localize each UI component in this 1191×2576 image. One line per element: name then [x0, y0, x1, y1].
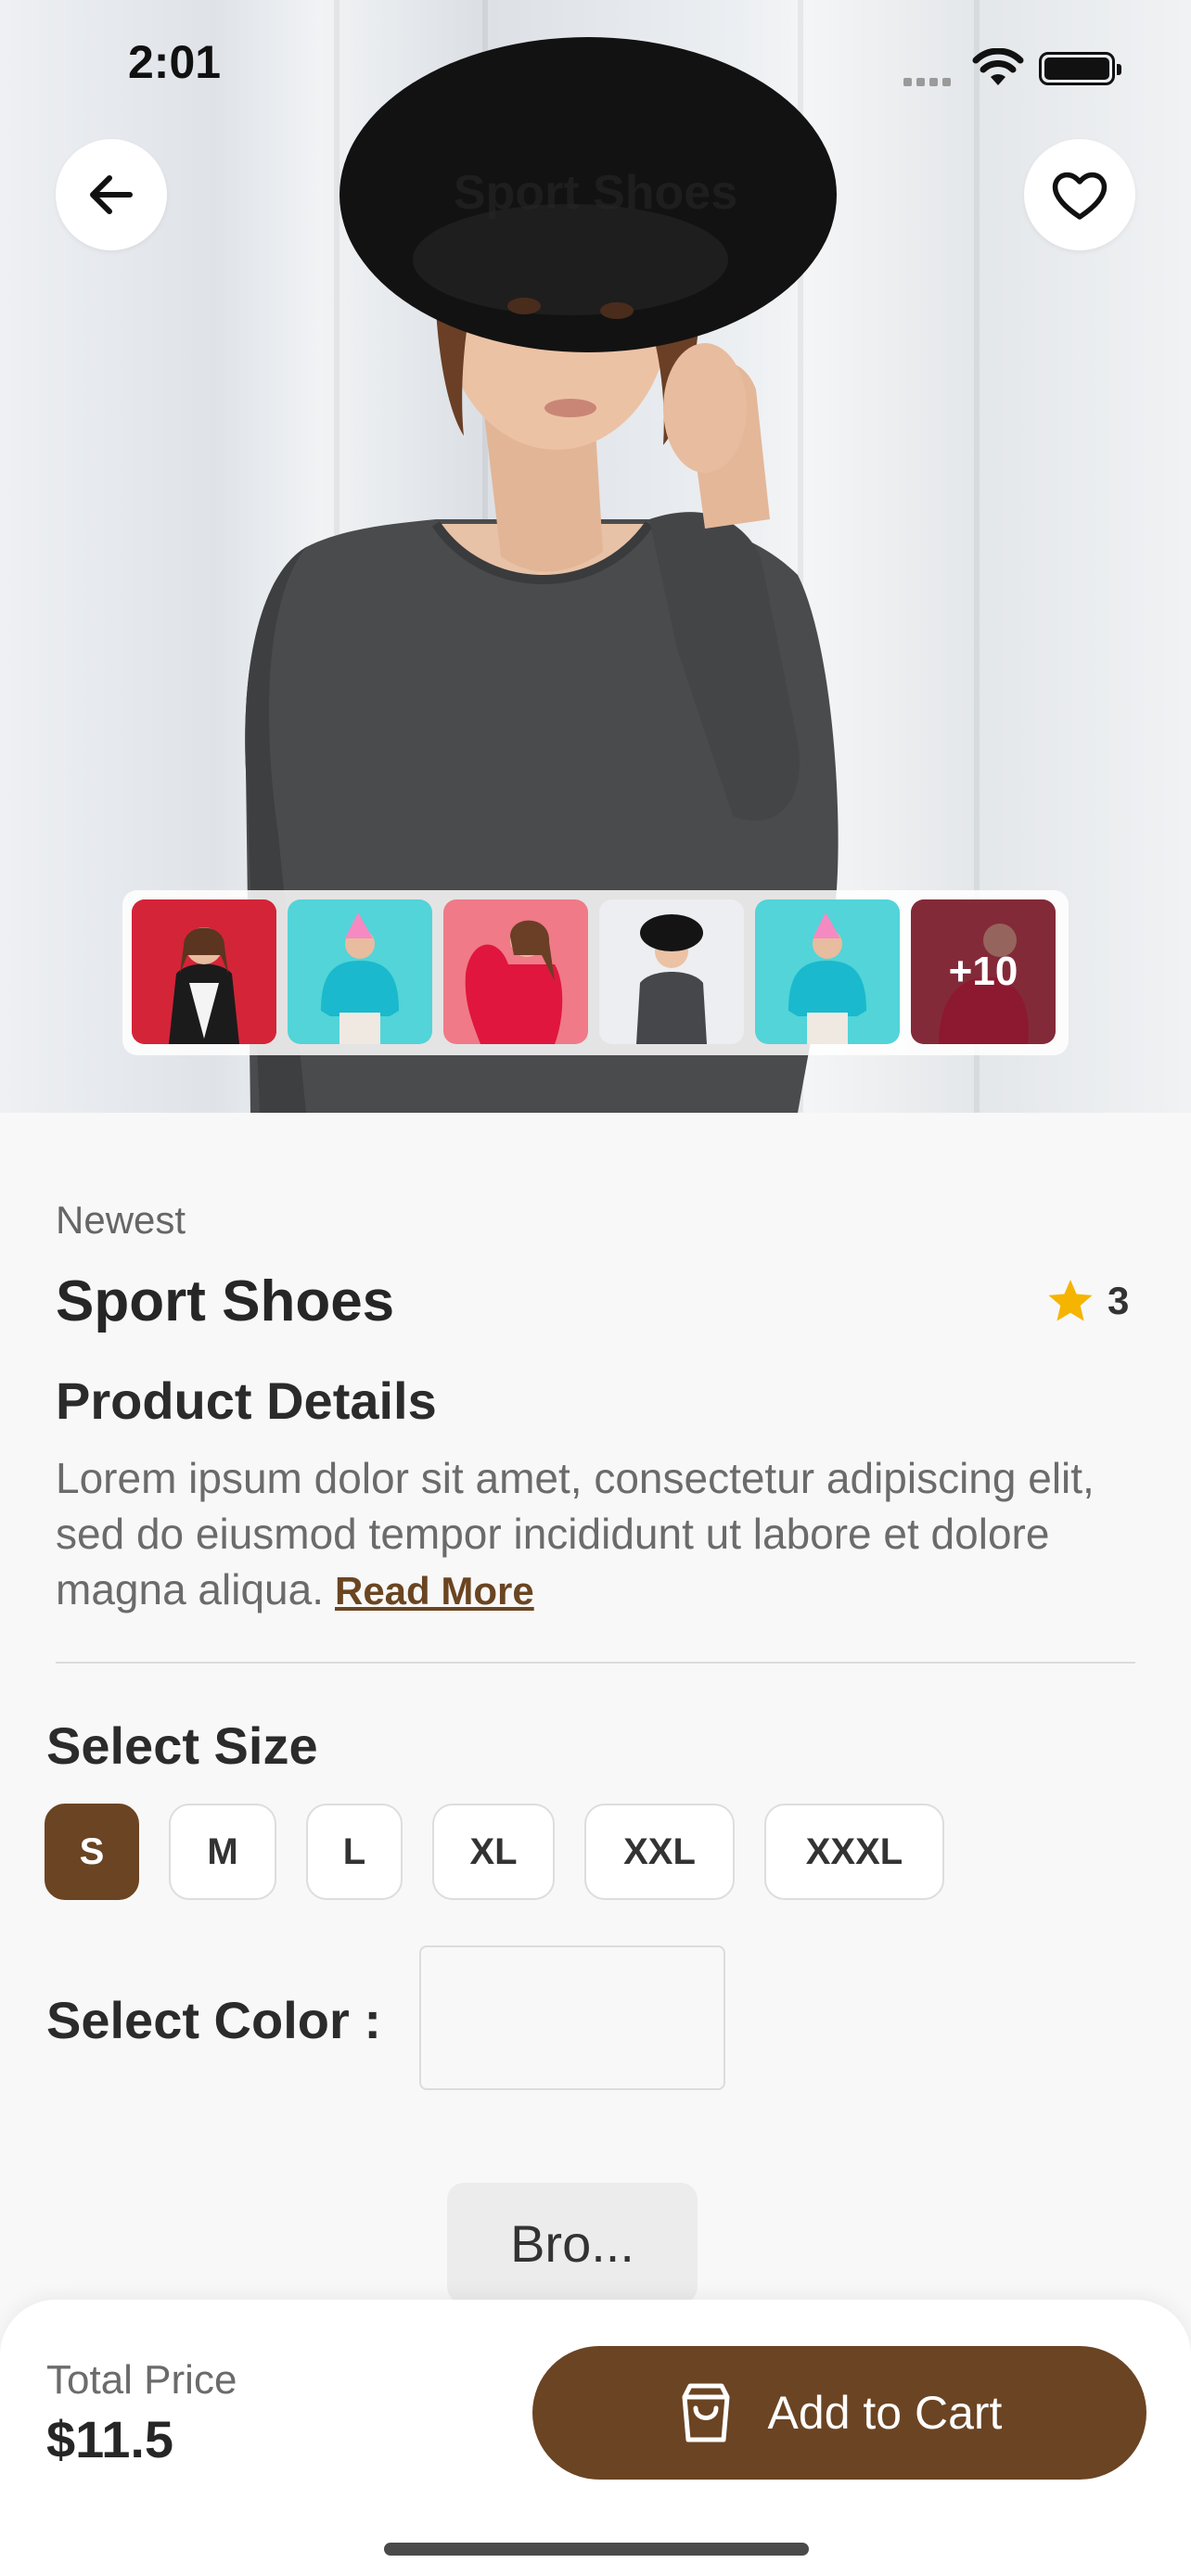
select-color-heading: Select Color : [46, 1991, 381, 2049]
product-details-heading: Product Details [56, 1371, 437, 1430]
home-indicator[interactable] [384, 2543, 809, 2556]
select-size-heading: Select Size [46, 1716, 318, 1775]
product-name: Sport Shoes [56, 1269, 395, 1333]
product-category: Newest [56, 1198, 186, 1242]
more-images-count: +10 [911, 899, 1056, 1044]
product-description: Lorem ipsum dolor sit amet, consectetur … [56, 1450, 1141, 1619]
size-options: S M L XL XXL XXXL [45, 1804, 944, 1900]
thumbnail-image[interactable] [132, 899, 276, 1044]
thumbnail-photo [599, 899, 744, 1044]
total-price-value: $11.5 [46, 2410, 174, 2468]
color-selector-box[interactable] [419, 1945, 725, 2090]
size-option-xxl[interactable]: XXL [584, 1804, 735, 1900]
battery-icon [1039, 52, 1121, 85]
heart-icon [1052, 172, 1108, 220]
thumbnail-photo [288, 899, 432, 1044]
cellular-signal-icon [903, 74, 955, 86]
status-bar: 2:01 [0, 0, 1191, 130]
size-option-m[interactable]: M [169, 1804, 276, 1900]
thumbnail-more[interactable]: +10 [911, 899, 1056, 1044]
color-option-brown[interactable]: Bro... [447, 2183, 698, 2303]
add-to-cart-label: Add to Cart [767, 2387, 1003, 2439]
add-to-cart-button[interactable]: Add to Cart [532, 2346, 1146, 2480]
shopping-bag-icon [682, 2383, 730, 2442]
product-rating: 3 [1046, 1278, 1129, 1324]
wifi-icon [972, 48, 1024, 85]
thumbnail-photo [755, 899, 900, 1044]
image-thumbnail-strip: +10 [122, 890, 1069, 1055]
thumbnail-image[interactable] [288, 899, 432, 1044]
product-detail-screen: 2:01 Sport Shoes +10 Newest Sport Shoes … [0, 0, 1191, 2576]
size-option-xxxl[interactable]: XXXL [764, 1804, 944, 1900]
star-icon [1048, 1280, 1093, 1321]
checkout-bar: Total Price $11.5 Add to Cart [0, 2300, 1191, 2576]
divider [56, 1662, 1135, 1664]
size-option-s[interactable]: S [45, 1804, 139, 1900]
size-option-xl[interactable]: XL [432, 1804, 555, 1900]
read-more-link[interactable]: Read More [335, 1569, 534, 1613]
product-hero-image: 2:01 Sport Shoes +10 [0, 0, 1191, 1113]
total-price-label: Total Price [46, 2357, 237, 2403]
description-text: Lorem ipsum dolor sit amet, consectetur … [56, 1454, 1095, 1613]
favorite-button[interactable] [1024, 139, 1135, 250]
status-time: 2:01 [128, 36, 222, 88]
thumbnail-image[interactable] [755, 899, 900, 1044]
page-title: Sport Shoes [453, 166, 738, 220]
thumbnail-photo [132, 899, 276, 1044]
thumbnail-photo [443, 899, 588, 1044]
thumbnail-image[interactable] [599, 899, 744, 1044]
size-option-l[interactable]: L [306, 1804, 403, 1900]
thumbnail-image[interactable] [443, 899, 588, 1044]
rating-value: 3 [1108, 1279, 1130, 1322]
